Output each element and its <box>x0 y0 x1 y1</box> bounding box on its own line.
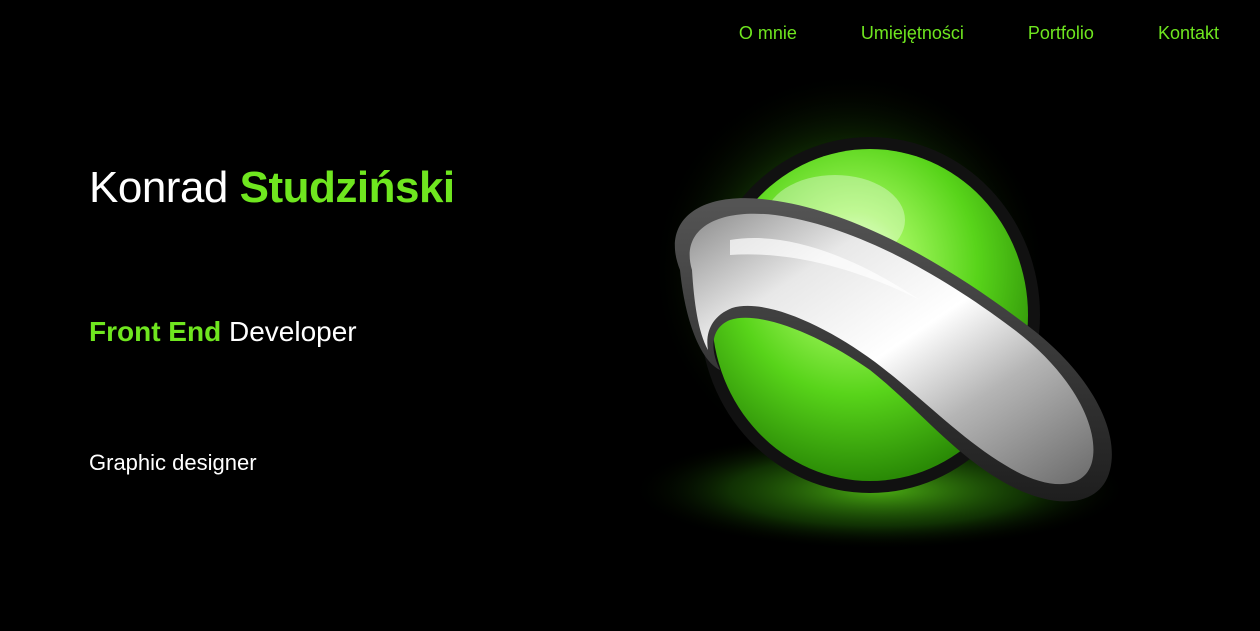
hero-name: Konrad Studziński <box>89 158 455 218</box>
hero-last-name: Studziński <box>239 163 456 212</box>
nav-link-kontakt[interactable]: Kontakt <box>1158 20 1219 46</box>
logo-graphic <box>630 70 1130 550</box>
hero-role-accent: Front End <box>89 316 222 347</box>
page: O mnie Umiejętności Portfolio Kontakt Ko… <box>0 0 1260 631</box>
nav-link-umiejetnosci[interactable]: Umiejętności <box>861 20 964 46</box>
hero-role-rest: Developer <box>228 316 357 347</box>
nav-link-portfolio[interactable]: Portfolio <box>1028 20 1094 46</box>
hero-role: Front End Developer <box>89 312 357 352</box>
hero-first-name: Konrad <box>89 163 228 212</box>
main-nav: O mnie Umiejętności Portfolio Kontakt <box>739 20 1219 46</box>
hero-subtitle: Graphic designer <box>89 450 257 475</box>
green-sphere-ring-logo-icon <box>620 70 1160 560</box>
nav-link-o-mnie[interactable]: O mnie <box>739 20 797 46</box>
